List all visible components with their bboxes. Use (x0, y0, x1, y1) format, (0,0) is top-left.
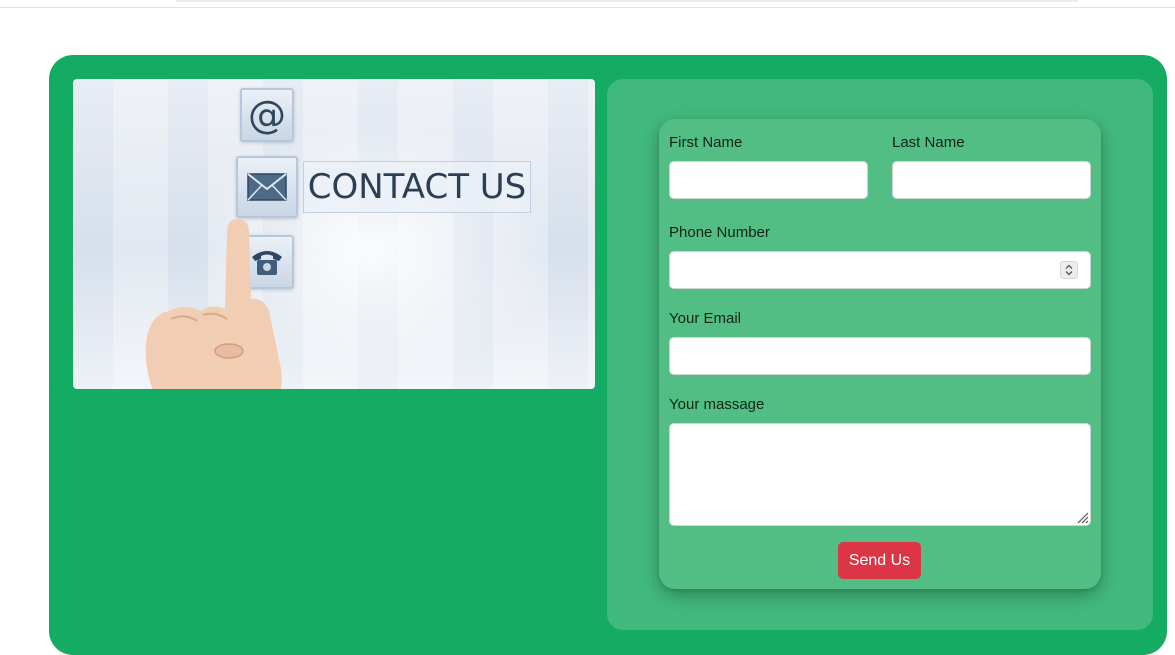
envelope-glyph (247, 173, 287, 201)
phone-number-label: Phone Number (669, 224, 770, 241)
number-spinner-icon[interactable] (1060, 261, 1078, 279)
contact-us-image: @ CONTACT US (73, 79, 595, 389)
browser-top-edge (0, 0, 1175, 8)
last-name-input[interactable] (892, 161, 1091, 199)
at-sign-glyph: @ (248, 93, 286, 137)
resize-grip-icon[interactable] (1075, 510, 1089, 524)
first-name-input[interactable] (669, 161, 868, 199)
first-name-label: First Name (669, 134, 743, 151)
horizontal-scrollbar[interactable] (176, 0, 1078, 2)
message-label: Your massage (669, 396, 765, 413)
phone-number-input[interactable] (669, 251, 1091, 289)
email-input[interactable] (669, 337, 1091, 375)
send-button[interactable]: Send Us (838, 542, 921, 579)
message-textarea[interactable] (669, 423, 1091, 526)
email-label: Your Email (669, 310, 741, 327)
contact-form: First Name Last Name Phone Number Your E… (659, 119, 1101, 589)
pointing-hand (145, 219, 282, 389)
contact-us-banner: CONTACT US (303, 161, 531, 213)
envelope-icon (236, 156, 298, 218)
chevron-up-down-icon (1065, 264, 1073, 276)
contact-section: @ CONTACT US First Name Last Name Phone … (49, 55, 1167, 655)
at-sign-icon: @ (240, 88, 294, 142)
form-panel: First Name Last Name Phone Number Your E… (607, 79, 1153, 630)
contact-us-heading: CONTACT US (307, 167, 527, 207)
last-name-label: Last Name (892, 134, 965, 151)
